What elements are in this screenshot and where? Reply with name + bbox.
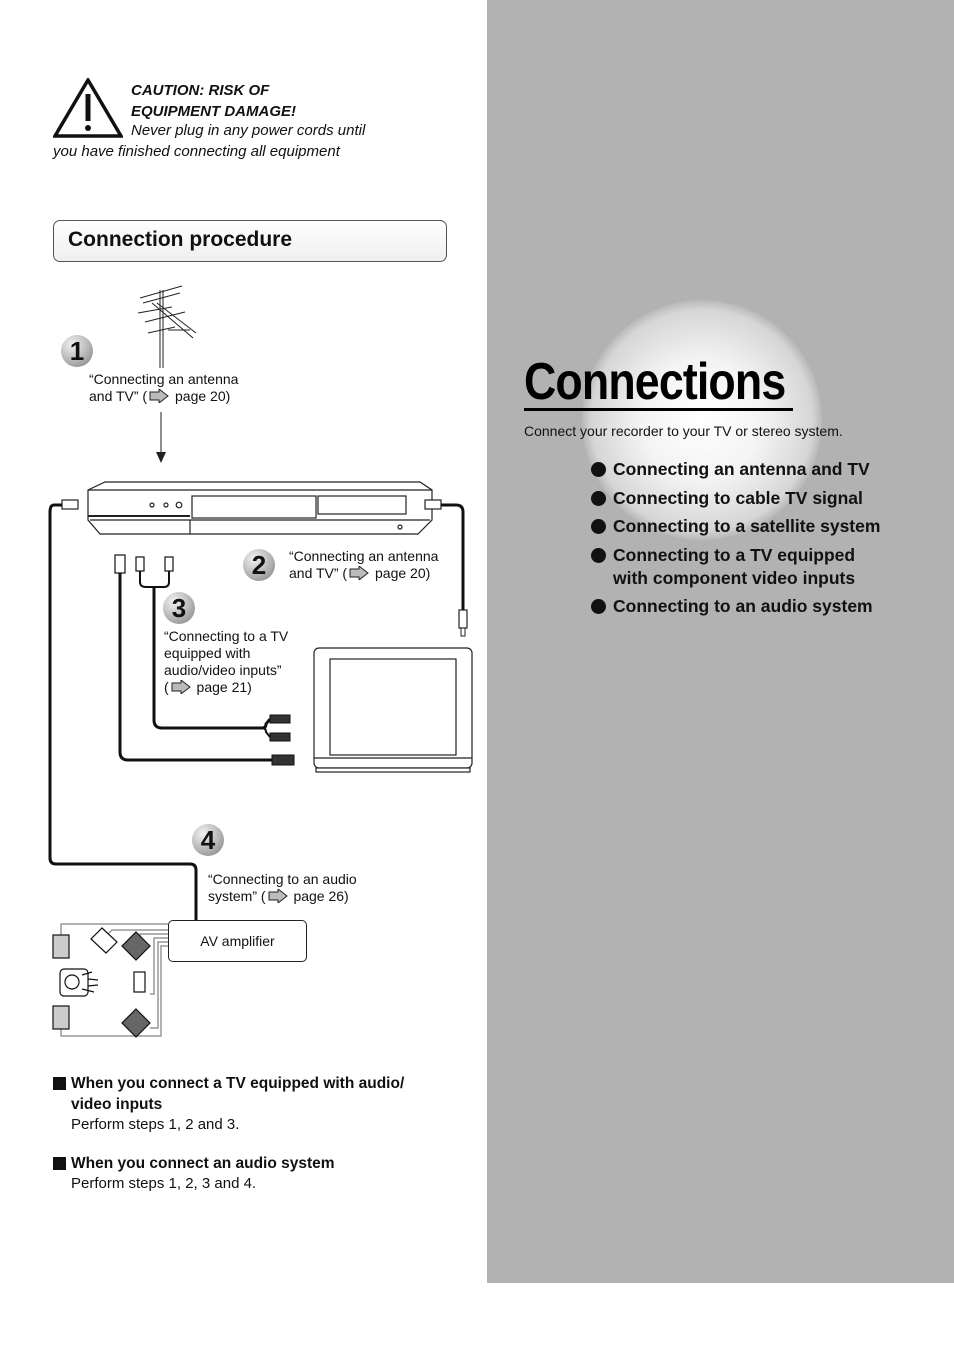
bullet-icon xyxy=(591,547,606,563)
step-reference-text: and TV” ( xyxy=(289,565,348,581)
step-reference[interactable]: “Connecting an antenna and TV” ( page 20… xyxy=(89,371,238,405)
caution-heading-line: EQUIPMENT DAMAGE! xyxy=(131,103,296,120)
section-title: Connection procedure xyxy=(68,228,293,251)
step-reference-text: “Connecting an antenna xyxy=(289,548,439,564)
bullet-icon xyxy=(591,599,606,614)
chapter-title: Connections xyxy=(524,353,786,411)
note-heading-line: video inputs xyxy=(71,1096,163,1113)
bullet-icon xyxy=(591,462,606,477)
chapter-subtitle: Connect your recorder to your TV or ster… xyxy=(524,423,843,439)
topic-item[interactable]: Connecting an antenna and TV xyxy=(591,458,931,481)
step-reference-text: “Connecting an antenna xyxy=(89,371,239,387)
note-tv: When you connect a TV equipped with audi… xyxy=(53,1073,451,1135)
step-reference[interactable]: “Connecting to an audio system” ( page 2… xyxy=(208,871,357,905)
topic-item[interactable]: Connecting to a satellite system xyxy=(591,515,931,538)
step-reference-page: page 20) xyxy=(371,565,431,581)
step-reference-text: and TV” ( xyxy=(89,388,148,404)
step-reference[interactable]: “Connecting an antenna and TV” ( page 20… xyxy=(289,548,438,582)
title-underline xyxy=(524,408,793,411)
page-arrow-icon xyxy=(349,566,369,580)
step-reference-text: system” ( xyxy=(208,888,266,904)
note-heading-line: When you connect an audio system xyxy=(71,1155,335,1172)
antenna-icon xyxy=(137,285,197,368)
step-reference-text: ( xyxy=(164,679,169,695)
topic-label: Connecting to cable TV signal xyxy=(613,487,863,508)
caution-heading-line: CAUTION: RISK OF xyxy=(131,82,270,99)
step-reference-text: “Connecting to an audio xyxy=(208,871,357,887)
topic-label: Connecting to a TV equipped with compone… xyxy=(613,544,856,588)
step-reference-text: audio/video inputs” xyxy=(164,662,282,678)
note-body: Perform steps 1, 2 and 3. xyxy=(71,1116,240,1133)
note-body: Perform steps 1, 2, 3 and 4. xyxy=(71,1175,257,1192)
speaker-layout xyxy=(60,923,168,1037)
note-heading: When you connect a TV equipped with audi… xyxy=(53,1073,451,1115)
page-arrow-icon xyxy=(268,889,288,903)
square-bullet-icon xyxy=(53,1157,66,1170)
topic-item[interactable]: Connecting to an audio system xyxy=(591,595,931,618)
step-badge: 4 xyxy=(192,824,224,856)
tv-icon xyxy=(313,647,473,773)
topic-item[interactable]: Connecting to a TV equipped with compone… xyxy=(591,544,883,590)
av-amplifier-label: AV amplifier xyxy=(200,933,275,949)
step-reference-page: page 26) xyxy=(289,888,349,904)
page-arrow-icon xyxy=(149,389,169,403)
page-arrow-icon xyxy=(171,680,191,694)
bullet-icon xyxy=(591,519,606,534)
chapter-panel: Connections Connect your recorder to you… xyxy=(487,0,954,1283)
caution-heading: CAUTION: RISK OF EQUIPMENT DAMAGE! xyxy=(131,80,371,122)
square-bullet-icon xyxy=(53,1077,66,1090)
speaker-icon xyxy=(52,927,151,1038)
step-badge: 2 xyxy=(243,549,275,581)
step-reference-text: “Connecting to a TV xyxy=(164,628,289,644)
step-reference-page: page 21) xyxy=(192,679,252,695)
note-audio: When you connect an audio system Perform… xyxy=(53,1153,451,1194)
step-reference-text: equipped with xyxy=(164,645,251,661)
topic-list: Connecting an antenna and TV Connecting … xyxy=(591,458,931,624)
step-badge: 1 xyxy=(61,335,93,367)
topic-label: Connecting to an audio system xyxy=(613,596,873,616)
topic-label: Connecting an antenna and TV xyxy=(613,459,870,479)
caution-text: Never plug in any power cords until you … xyxy=(53,122,366,160)
step-badge: 3 xyxy=(163,592,195,624)
note-heading: When you connect an audio system xyxy=(53,1153,451,1174)
recorder-icon xyxy=(87,481,433,535)
topic-item[interactable]: Connecting to cable TV signal xyxy=(591,487,931,510)
bullet-icon xyxy=(591,490,606,506)
step-reference[interactable]: “Connecting to a TV equipped with audio/… xyxy=(164,628,288,696)
section-header: Connection procedure xyxy=(53,220,447,262)
av-amplifier: AV amplifier xyxy=(168,920,307,962)
listener-icon xyxy=(59,968,99,997)
note-heading-line: When you connect a TV equipped with audi… xyxy=(71,1075,405,1092)
topic-label: Connecting to a satellite system xyxy=(613,516,881,536)
step-reference-page: page 20) xyxy=(171,388,231,404)
